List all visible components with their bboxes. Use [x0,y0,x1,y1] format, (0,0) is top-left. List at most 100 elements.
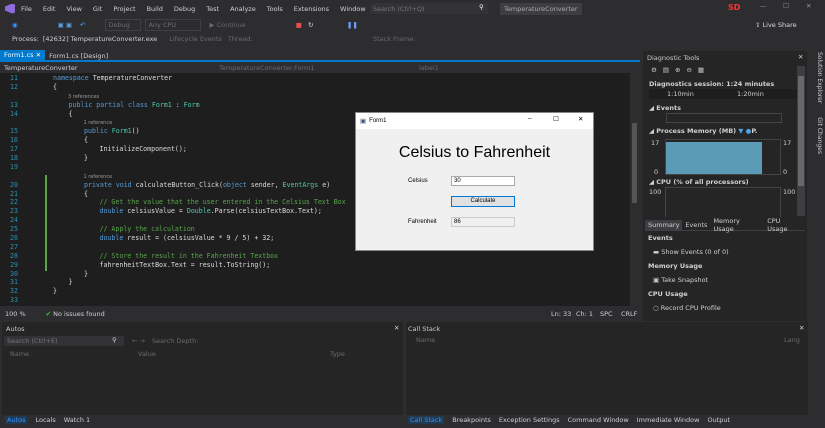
tab-immediate-window[interactable]: Immediate Window [637,416,700,424]
close-panel-icon[interactable]: ✕ [394,324,399,332]
restart-icon[interactable]: ↻ [308,21,313,29]
calculate-button[interactable]: Calculate [451,196,515,207]
form-maximize[interactable]: ☐ [553,115,559,123]
show-events-link[interactable]: ▬ Show Events (0 of 0) [653,248,729,256]
autos-search-input[interactable]: Search (Ctrl+E) [4,336,124,346]
menu-extensions[interactable]: Extensions [294,5,329,13]
stack-frame-select[interactable]: Stack Frame: [373,35,416,43]
tab-watch1[interactable]: Watch 1 [64,416,90,424]
menu-build[interactable]: Build [147,5,163,13]
config-select[interactable]: Debug [105,18,142,31]
zoom-level[interactable]: 100 % [5,310,26,318]
codelens-text[interactable]: 1 reference [84,174,113,180]
col-name[interactable]: Name [10,350,29,358]
process-select[interactable]: [42632] TemperatureConverter.exe [43,35,157,43]
undo-icon[interactable]: ↶ [80,21,85,29]
diag-scrollbar[interactable] [797,66,805,216]
line-number: 28 [10,251,18,260]
tab-form1-cs[interactable]: Form1.cs ✕ [0,50,46,61]
codelens[interactable]: 3 references [0,92,630,101]
back-icon[interactable]: ◉ [12,21,18,29]
maximize-button[interactable]: ☐ [783,2,789,10]
tab-locals[interactable]: Locals [35,416,55,424]
stop-icon[interactable]: ■ [296,21,302,29]
menu-debug[interactable]: Debug [174,5,195,13]
code-line: 30} [0,270,630,279]
menu-bar: File Edit View Git Project Build Debug Test Anal… [21,5,403,13]
diag-tab-summary[interactable]: Summary [645,220,683,230]
member-dropdown[interactable]: label1 [419,64,439,72]
record-icon: ○ [653,304,659,312]
col-type[interactable]: Type [330,350,345,358]
tab-command-window[interactable]: Command Window [568,416,629,424]
memory-section[interactable]: ◢ Process Memory (MB) ▼ ●P. [649,127,757,135]
editor-scrollbar[interactable] [630,73,639,306]
celsius-input[interactable]: 30 [451,176,515,186]
tab-breakpoints[interactable]: Breakpoints [452,416,491,424]
autos-panel: Autos ✕ Search (Ctrl+E) ⚲ ← → Search Dep… [2,322,403,415]
project-dropdown[interactable]: TemperatureConverter [4,64,219,72]
zoom-in-icon[interactable]: ⊕ [675,66,686,74]
close-panel-icon[interactable]: ✕ [799,324,804,332]
platform-select[interactable]: Any CPU [145,18,202,31]
side-tab-git-changes[interactable]: Git Changes [816,117,823,154]
close-tab-icon[interactable]: ✕ [36,51,41,59]
indent-mode[interactable]: SPC [600,310,613,318]
toolbar: ◉ ▣ ▣ ↶ Debug Any CPU ▶ Continue ■ ↻ ❚❚ … [0,17,825,32]
menu-view[interactable]: View [66,5,81,13]
side-tab-solution-explorer[interactable]: Solution Explorer [816,52,823,103]
menu-project[interactable]: Project [113,5,135,13]
menu-git[interactable]: Git [93,5,102,13]
class-dropdown[interactable]: TemperatureConverter.Form1 [219,64,419,72]
lifecycle-events[interactable]: Lifecycle Events [169,35,222,43]
live-share-button[interactable]: ⇪ Live Share [755,21,797,29]
zoom-out-icon[interactable]: ⊖ [686,66,697,74]
diag-tab-memory-usage[interactable]: Memory Usage [710,216,764,234]
record-cpu-button[interactable]: ○ Record CPU Profile [653,304,721,312]
code-token: : [171,100,184,109]
diag-tab-events[interactable]: Events [682,220,710,230]
continue-button[interactable]: ▶ Continue [209,21,245,29]
diag-tab-cpu-usage[interactable]: CPU Usage [764,216,805,234]
menu-file[interactable]: File [21,5,32,13]
side-tabs: Solution Explorer Git Changes [809,52,823,212]
col-name[interactable]: Name [416,336,435,344]
select-tools-icon[interactable]: ▤ [663,66,675,74]
settings-icon[interactable]: ⚙ [651,66,663,74]
menu-test[interactable]: Test [206,5,219,13]
tab-form1-design[interactable]: Form1.cs [Design] [45,51,112,61]
minimize-button[interactable]: — [760,2,767,10]
tab-autos[interactable]: Autos [5,416,28,424]
tab-call-stack[interactable]: Call Stack [408,416,445,424]
line-number: 20 [10,180,18,189]
search-icon[interactable]: ⚲ [112,336,117,344]
form-close[interactable]: ✕ [578,115,583,123]
nav-arrows[interactable]: ← → [132,337,145,345]
thread-select[interactable]: Thread: [228,35,253,43]
save-icon[interactable]: ▣ ▣ [58,21,72,29]
codelens-text[interactable]: 3 references [68,94,99,100]
menu-edit[interactable]: Edit [43,5,56,13]
line-ending[interactable]: CRLF [621,310,637,318]
events-section[interactable]: ◢ Events [649,104,681,112]
form-minimize[interactable]: – [528,115,532,122]
menu-window[interactable]: Window [340,5,366,13]
col-value[interactable]: Value [138,350,156,358]
search-input[interactable]: Search (Ctrl+Q) [370,3,488,14]
pause-icon[interactable]: ❚❚ [347,21,358,29]
col-language[interactable]: Lang [784,336,800,344]
menu-analyze[interactable]: Analyze [230,5,256,13]
issues-status[interactable]: No issues found [53,310,105,318]
line-number: 18 [10,154,18,163]
tab-output[interactable]: Output [707,416,730,424]
tab-exception-settings[interactable]: Exception Settings [499,416,560,424]
close-panel-icon[interactable]: ✕ [798,53,803,61]
timeline-ruler[interactable]: 1:10min 1:20min [649,89,797,99]
reset-zoom-icon[interactable]: ▦ [698,66,710,74]
cpu-section[interactable]: ◢ CPU (% of all processors) [649,178,749,186]
close-button[interactable]: ✕ [806,2,811,10]
avatar[interactable]: SD [728,3,740,12]
menu-tools[interactable]: Tools [267,5,283,13]
codelens-text[interactable]: 1 reference [84,120,113,126]
take-snapshot-button[interactable]: ▣ Take Snapshot [653,276,708,284]
